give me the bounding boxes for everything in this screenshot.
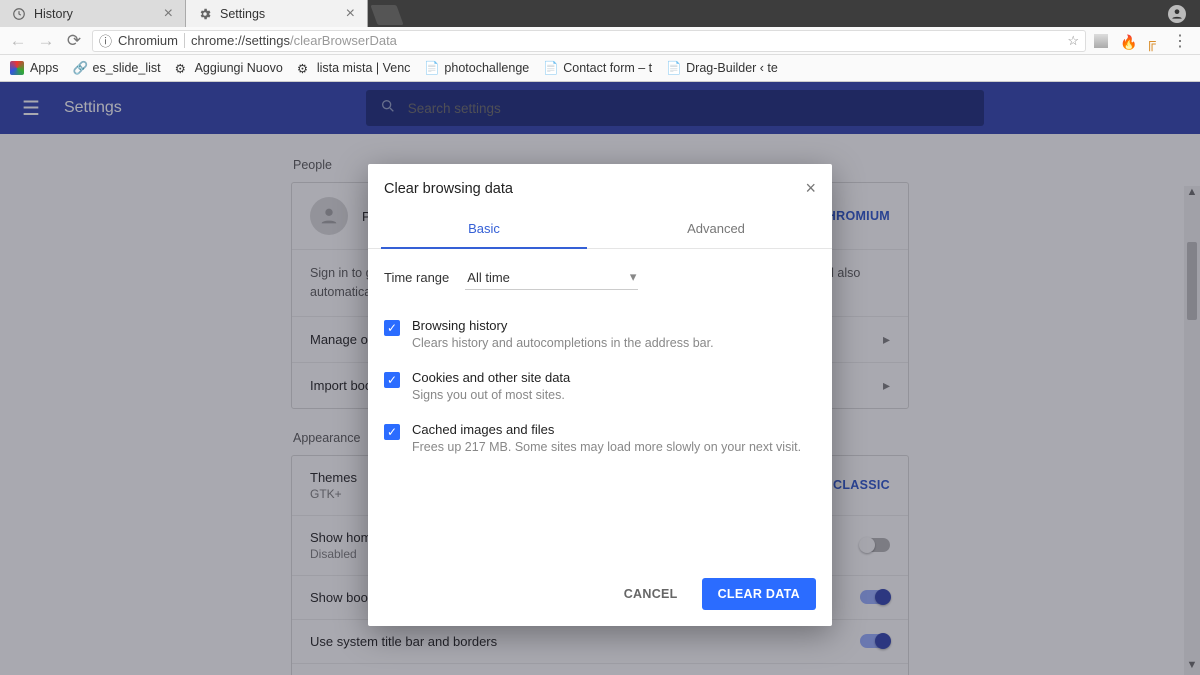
bookmark-icon: 📄: [424, 61, 438, 75]
option-sub: Signs you out of most sites.: [412, 388, 570, 402]
gear-icon: [198, 7, 212, 21]
bookmark-item[interactable]: 📄photochallenge: [424, 61, 529, 75]
tab-basic[interactable]: Basic: [368, 211, 600, 248]
bookmark-item[interactable]: ⚙Aggiungi Nuovo: [175, 61, 283, 75]
bookmark-icon: ⚙: [175, 61, 189, 75]
account-icon[interactable]: [1168, 5, 1186, 23]
option-title: Browsing history: [412, 318, 714, 333]
option-sub: Clears history and autocompletions in th…: [412, 336, 714, 350]
bookmark-item[interactable]: 🔗es_slide_list: [73, 61, 161, 75]
close-icon[interactable]: ×: [164, 6, 173, 22]
extension-icon[interactable]: ╔: [1146, 34, 1160, 48]
checkbox-checked-icon[interactable]: ✓: [384, 424, 400, 440]
tab-label: Settings: [220, 7, 265, 21]
time-range-value: All time: [467, 270, 510, 285]
window-titlebar: History × Settings ×: [0, 0, 1200, 27]
dialog-tabs: Basic Advanced: [368, 211, 832, 249]
url-origin-chip: Chromium: [118, 33, 185, 48]
option-sub: Frees up 217 MB. Some sites may load mor…: [412, 440, 801, 454]
bookmark-apps[interactable]: Apps: [10, 61, 59, 75]
dialog-title: Clear browsing data: [384, 181, 513, 197]
back-button[interactable]: ←: [8, 31, 28, 51]
option-browsing-history[interactable]: ✓ Browsing history Clears history and au…: [384, 308, 816, 360]
url-text: chrome://settings/clearBrowserData: [191, 33, 397, 48]
menu-icon[interactable]: ⋮: [1172, 31, 1188, 51]
browser-toolbar: ← → ⟳ ⓘ Chromium chrome://settings/clear…: [0, 27, 1200, 55]
tab-advanced[interactable]: Advanced: [600, 211, 832, 248]
new-tab-button[interactable]: [370, 5, 403, 25]
bookmark-icon: 📄: [666, 61, 680, 75]
bookmarks-bar: Apps 🔗es_slide_list ⚙Aggiungi Nuovo ⚙lis…: [0, 55, 1200, 82]
time-range-select[interactable]: All time ▾: [465, 265, 638, 290]
close-icon[interactable]: ×: [805, 178, 816, 199]
tab-label: History: [34, 7, 73, 21]
bookmark-icon: 🔗: [73, 61, 87, 75]
option-title: Cached images and files: [412, 422, 801, 437]
time-range-label: Time range: [384, 270, 449, 285]
cancel-button[interactable]: CANCEL: [614, 578, 688, 610]
option-cookies[interactable]: ✓ Cookies and other site data Signs you …: [384, 360, 816, 412]
address-bar[interactable]: ⓘ Chromium chrome://settings/clearBrowse…: [92, 30, 1086, 52]
clear-browsing-data-dialog: Clear browsing data × Basic Advanced Tim…: [368, 164, 832, 626]
bookmark-star-icon[interactable]: ☆: [1067, 33, 1079, 49]
tab-settings[interactable]: Settings ×: [186, 0, 368, 27]
bookmark-icon: 📄: [543, 61, 557, 75]
info-icon[interactable]: ⓘ: [99, 31, 112, 50]
option-cache[interactable]: ✓ Cached images and files Frees up 217 M…: [384, 412, 816, 464]
history-icon: [12, 7, 26, 21]
forward-button[interactable]: →: [36, 31, 56, 51]
tab-history[interactable]: History ×: [0, 0, 186, 27]
bookmark-item[interactable]: 📄Contact form – t: [543, 61, 652, 75]
extension-icon[interactable]: 🔥: [1120, 34, 1134, 48]
extension-icons: 🔥 ╔ ⋮: [1094, 31, 1192, 51]
bookmark-item[interactable]: 📄Drag-Builder ‹ te: [666, 61, 778, 75]
apps-icon: [10, 61, 24, 75]
clear-data-button[interactable]: CLEAR DATA: [702, 578, 816, 610]
checkbox-checked-icon[interactable]: ✓: [384, 372, 400, 388]
chevron-down-icon: ▾: [630, 269, 637, 285]
bookmark-icon: ⚙: [297, 61, 311, 75]
close-icon[interactable]: ×: [346, 6, 355, 22]
bookmark-item[interactable]: ⚙lista mista | Venc: [297, 61, 411, 75]
extension-icon[interactable]: [1094, 34, 1108, 48]
option-title: Cookies and other site data: [412, 370, 570, 385]
checkbox-checked-icon[interactable]: ✓: [384, 320, 400, 336]
reload-button[interactable]: ⟳: [64, 31, 84, 51]
